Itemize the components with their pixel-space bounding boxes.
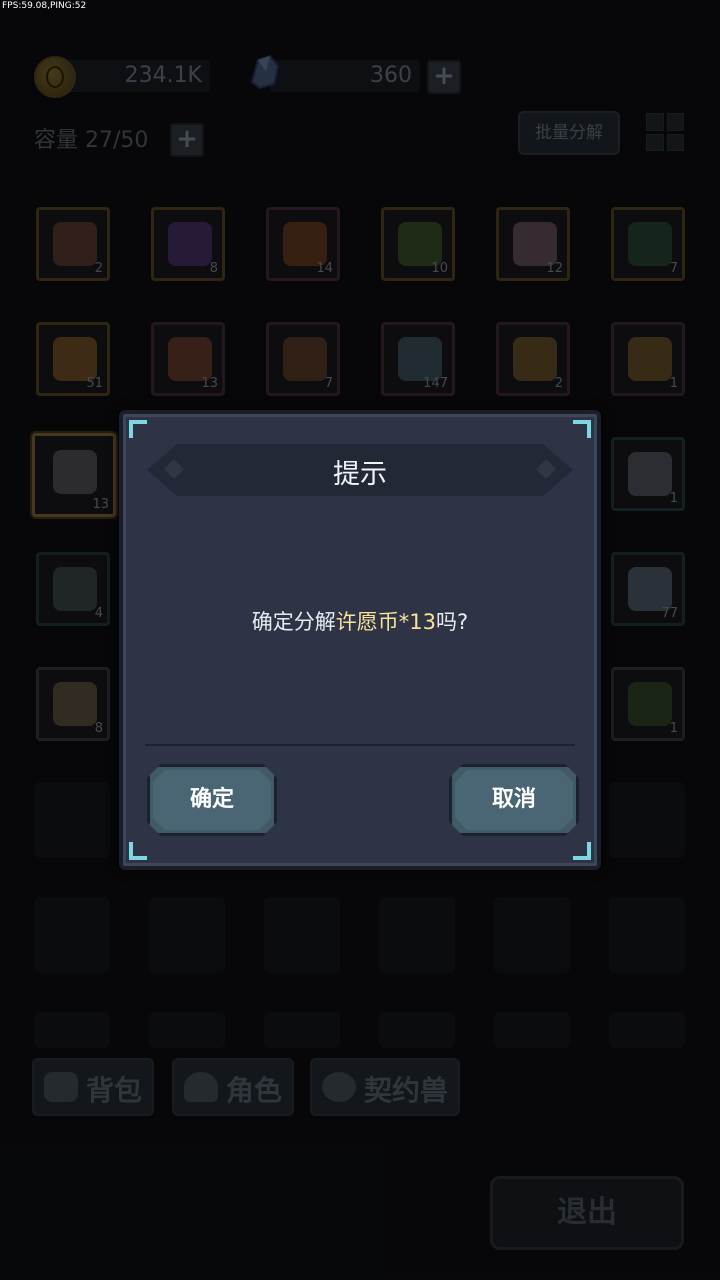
corner-ornament	[573, 842, 591, 860]
corner-ornament	[129, 420, 147, 438]
cancel-button[interactable]: 取消	[449, 764, 579, 836]
confirm-button[interactable]: 确定	[147, 764, 277, 836]
message-prefix: 确定分解	[251, 610, 336, 634]
cancel-label: 取消	[491, 787, 536, 812]
dialog-title: 提示	[333, 459, 387, 490]
corner-ornament	[573, 420, 591, 438]
fps-counter: FPS:59.08,PING:52	[2, 1, 87, 11]
corner-ornament	[129, 842, 147, 860]
confirm-label: 确定	[189, 787, 234, 812]
dialog-message: 确定分解许愿币*13吗?	[123, 606, 597, 636]
dialog-divider	[145, 744, 575, 746]
message-suffix: 吗?	[436, 610, 469, 634]
message-item-name: 许愿币*13	[335, 610, 437, 634]
confirm-dialog: 提示 确定分解许愿币*13吗? 确定 取消	[119, 410, 601, 870]
